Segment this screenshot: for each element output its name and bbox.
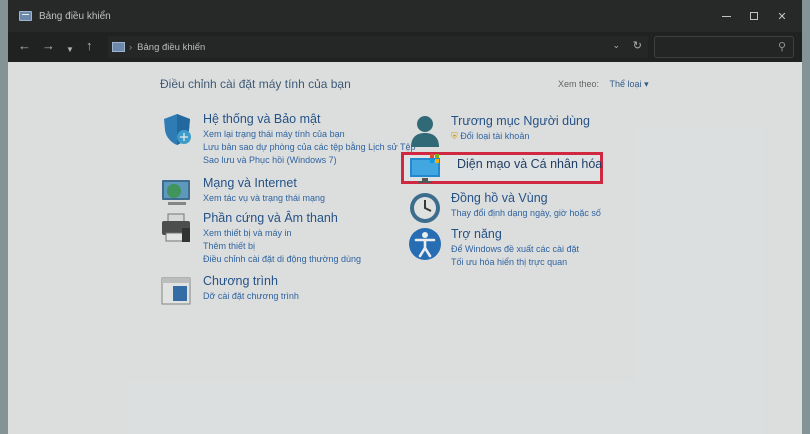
page-title: Điều chỉnh cài đặt máy tính của bạn (160, 77, 351, 91)
window-title: Bảng điều khiển (39, 10, 111, 22)
category-link-label[interactable]: Đổi loại tài khoản (460, 131, 529, 141)
category-title[interactable]: Đồng hồ và Vùng (451, 191, 548, 205)
navigation-bar: ← → ▼ ↑ › Bảng điều khiển ⌄ ↻ ⚲ (8, 32, 802, 62)
search-icon: ⚲ (777, 41, 786, 53)
category-title[interactable]: Chương trình (203, 274, 278, 288)
category-link[interactable]: Để Windows đề xuất các cài đặt (451, 244, 579, 254)
main-content: Điều chỉnh cài đặt máy tính của bạn Xem … (8, 62, 802, 434)
view-by-value[interactable]: Thể loại (610, 79, 642, 89)
category-link[interactable]: ⛨ Đổi loại tài khoản (451, 131, 529, 142)
close-icon: ✕ (777, 10, 787, 23)
programs-icon (161, 277, 191, 305)
title-bar[interactable]: Bảng điều khiển ✕ (8, 0, 802, 32)
category-title[interactable]: Diện mạo và Cá nhân hóa (457, 157, 602, 171)
category-link[interactable]: Xem thiết bị và máy in (203, 228, 292, 238)
uac-shield-icon: ⛨ (451, 131, 458, 141)
address-dropdown-chevron-icon[interactable]: ⌄ (612, 40, 620, 51)
forward-arrow-icon[interactable]: → (42, 38, 55, 54)
category-link[interactable]: Dỡ cài đặt chương trình (203, 291, 299, 301)
category-link[interactable]: Xem lại trạng thái máy tính của bạn (203, 129, 345, 139)
breadcrumb[interactable]: Bảng điều khiển (137, 42, 205, 53)
refresh-icon[interactable]: ↻ (633, 39, 642, 52)
maximize-icon (750, 12, 758, 20)
address-bar[interactable]: › Bảng điều khiển ⌄ ↻ (108, 36, 648, 58)
category-title[interactable]: Trương mục Người dùng (451, 114, 590, 128)
display-personalization-icon (410, 154, 440, 183)
category-title[interactable]: Mạng và Internet (203, 176, 297, 190)
control-panel-icon (19, 11, 32, 21)
network-globe-icon (162, 180, 190, 205)
breadcrumb-chevron-icon[interactable]: › (129, 42, 132, 53)
minimize-icon (721, 15, 731, 17)
category-title[interactable]: Trợ năng (451, 227, 502, 241)
category-link[interactable]: Lưu bản sao dự phòng của các tệp bằng Lị… (203, 142, 416, 152)
view-by-select[interactable]: Thể loại ▾ (610, 79, 649, 89)
view-by-label: Xem theo: (558, 79, 600, 89)
category-link[interactable]: Thêm thiết bị (203, 241, 255, 251)
close-button[interactable]: ✕ (764, 0, 800, 32)
category-title[interactable]: Phần cứng và Âm thanh (203, 211, 338, 225)
search-input[interactable]: ⚲ (654, 36, 794, 58)
shield-icon (164, 114, 191, 145)
category-link[interactable]: Sao lưu và Phục hồi (Windows 7) (203, 155, 337, 165)
view-by-control: Xem theo: Thể loại ▾ (558, 79, 649, 90)
control-panel-icon (112, 42, 125, 52)
user-icon (411, 116, 439, 147)
clock-globe-icon (410, 193, 440, 223)
category-link[interactable]: Xem tác vụ và trạng thái mạng (203, 193, 325, 203)
category-link[interactable]: Điều chỉnh cài đặt di động thường dùng (203, 254, 361, 264)
printer-icon (162, 213, 190, 242)
accessibility-icon (409, 228, 441, 260)
back-arrow-icon[interactable]: ← (18, 38, 31, 54)
recent-locations-chevron-icon[interactable]: ▼ (66, 42, 74, 58)
category-link[interactable]: Tối ưu hóa hiển thị trực quan (451, 257, 567, 267)
control-panel-window: Bảng điều khiển ✕ ← → ▼ ↑ › Bảng điều kh… (8, 0, 802, 434)
category-link[interactable]: Thay đổi định dạng ngày, giờ hoặc số (451, 208, 601, 218)
up-arrow-icon[interactable]: ↑ (86, 38, 93, 54)
category-title[interactable]: Hệ thống và Bảo mật (203, 112, 320, 126)
